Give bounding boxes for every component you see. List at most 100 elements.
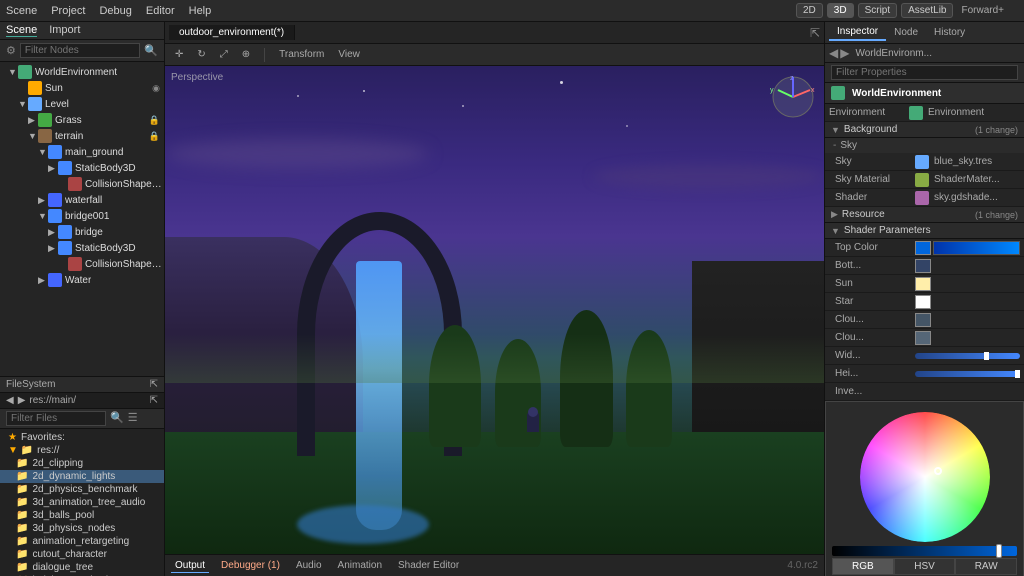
vp-rotate-btn[interactable]: ↻ [193,48,209,61]
filter-props-input[interactable] [831,65,1018,80]
fs-folder-anim-icon: 📁 [16,536,28,547]
color-tab-hsv[interactable]: HSV [894,558,956,575]
collision2-label: CollisionShape3D [85,259,164,270]
tab-scene[interactable]: Scene [6,24,37,37]
tree-item-worldenv[interactable]: ▼ WorldEnvironment [0,64,164,80]
brightness-thumb [996,544,1002,558]
insp-back-btn[interactable]: ◀ [829,46,838,60]
tree-item-waterfall[interactable]: ▶ waterfall [0,192,164,208]
fs-forward-btn[interactable]: ▶ [18,395,26,406]
vp-view-btn[interactable]: View [334,48,364,61]
tab-inspector[interactable]: Inspector [829,24,886,41]
filesystem-panel: FileSystem ⇱ ◀ ▶ res://main/ ⇱ 🔍 ☰ ★ Fav… [0,376,164,576]
mode-script[interactable]: Script [858,3,898,18]
tree-item-water[interactable]: ▶ Water [0,272,164,288]
tree-item-bridge001[interactable]: ▼ bridge001 [0,208,164,224]
tree-item-grass[interactable]: ▶ Grass 🔒 [0,112,164,128]
grass-icon [38,113,52,127]
filter-files-menu-icon[interactable]: ☰ [128,411,138,426]
fs-expand-icon[interactable]: ⇱ [150,379,158,390]
viewport-canvas[interactable]: Perspective x y z [165,66,824,554]
fs-item-cutout[interactable]: 📁 cutout_character [0,548,164,561]
waterfall-label: waterfall [65,195,102,206]
tree-item-bridge[interactable]: ▶ bridge [0,224,164,240]
tab-debugger[interactable]: Debugger (1) [217,559,284,572]
fs-item-2d-physics[interactable]: 📁 2d_physics_benchmark [0,483,164,496]
height-slider[interactable] [915,371,1020,377]
expand-icon[interactable]: ⇱ [810,26,820,40]
top-color-bar[interactable] [933,241,1020,255]
nav-gizmo[interactable]: x y z [768,72,818,122]
prop-top-color-val[interactable] [915,241,1020,255]
menu-editor[interactable]: Editor [146,5,175,17]
section-resource-header[interactable]: ▶ Resource (1 change) [825,207,1024,223]
menu-help[interactable]: Help [189,5,212,17]
viewport-tab-outdoor[interactable]: outdoor_environment(*) [169,25,295,40]
fs-item-dialogue[interactable]: 📁 dialogue_tree [0,561,164,574]
tree-item-level[interactable]: ▼ Level [0,96,164,112]
cloud2-swatch[interactable] [915,331,931,345]
fs-item-anim-retarget[interactable]: 📁 animation_retargeting [0,535,164,548]
tree-item-collision1[interactable]: CollisionShape3D [0,176,164,192]
character-head [528,407,538,417]
fs-item-3d-anim[interactable]: 📁 3d_animation_tree_audio [0,496,164,509]
brightness-bar[interactable] [832,546,1017,556]
color-mode-tabs: RGB HSV RAW [832,558,1017,575]
section-background-header[interactable]: ▼ Background (1 change) [825,122,1024,138]
vp-scale-btn[interactable]: ⤢ [216,48,232,61]
tree-item-terrain[interactable]: ▼ terrain 🔒 [0,128,164,144]
color-tab-rgb[interactable]: RGB [832,558,894,575]
width-slider[interactable] [915,353,1020,359]
top-color-swatch[interactable] [915,241,931,255]
fs-back-btn[interactable]: ◀ [6,395,14,406]
menu-debug[interactable]: Debug [99,5,131,17]
tab-audio[interactable]: Audio [292,559,326,572]
inspector-content: WorldEnvironment Environment Environment… [825,83,1024,576]
color-wheel[interactable] [860,412,990,542]
menu-project[interactable]: Project [51,5,85,17]
tree-item-staticbody2[interactable]: ▶ StaticBody3D [0,240,164,256]
fs-path-bar: ◀ ▶ res://main/ ⇱ [0,393,164,409]
tree-item-collision2[interactable]: CollisionShape3D [0,256,164,272]
vp-transform-btn[interactable]: Transform [275,48,328,61]
fs-path-label: res://main/ [29,395,76,406]
bott-swatch[interactable] [915,259,931,273]
fs-folder-3d-anim-icon: 📁 [16,497,28,508]
fs-2d-lights-label: 2d_dynamic_lights [32,471,115,482]
tree-item-staticbody1[interactable]: ▶ StaticBody3D [0,160,164,176]
character [527,412,539,432]
filter-files-input[interactable] [6,411,106,426]
mode-assetlib[interactable]: AssetLib [901,3,953,18]
bg-label: Background [844,124,897,135]
fs-item-2d-dynamic-lights[interactable]: 📁 2d_dynamic_lights [0,470,164,483]
fs-item-2d-clipping[interactable]: 📁 2d_clipping [0,457,164,470]
prop-star-val [915,295,1020,309]
tab-history[interactable]: History [926,25,973,40]
fs-item-3d-balls[interactable]: 📁 3d_balls_pool [0,509,164,522]
fs-item-3d-physics[interactable]: 📁 3d_physics_nodes [0,522,164,535]
tab-animation[interactable]: Animation [334,559,386,572]
fs-item-res[interactable]: ▼ 📁 res:// [0,444,164,457]
fs-expand-btn[interactable]: ⇱ [150,395,158,406]
filter-nodes-input[interactable] [20,43,140,58]
section-shader-header[interactable]: ▼ Shader Parameters [825,223,1024,239]
color-wheel-wrapper[interactable] [860,412,990,542]
prop-cloud2-val [915,331,1020,345]
tab-shader-editor[interactable]: Shader Editor [394,559,463,572]
insp-forward-btn[interactable]: ▶ [840,46,849,60]
vp-local-btn[interactable]: ⊕ [238,48,254,61]
menu-scene[interactable]: Scene [6,5,37,17]
tree-item-main-ground[interactable]: ▼ main_ground [0,144,164,160]
sun-swatch[interactable] [915,277,931,291]
mode-3d[interactable]: 3D [827,3,854,18]
mode-2d[interactable]: 2D [796,3,823,18]
tab-output[interactable]: Output [171,559,209,573]
staticbody2-label: StaticBody3D [75,243,136,254]
tab-node[interactable]: Node [886,25,926,40]
tab-import[interactable]: Import [49,24,80,37]
cloud1-swatch[interactable] [915,313,931,327]
star-swatch[interactable] [915,295,931,309]
vp-move-btn[interactable]: ✛ [171,48,187,61]
tree-item-sun[interactable]: Sun ◉ [0,80,164,96]
color-tab-raw[interactable]: RAW [955,558,1017,575]
